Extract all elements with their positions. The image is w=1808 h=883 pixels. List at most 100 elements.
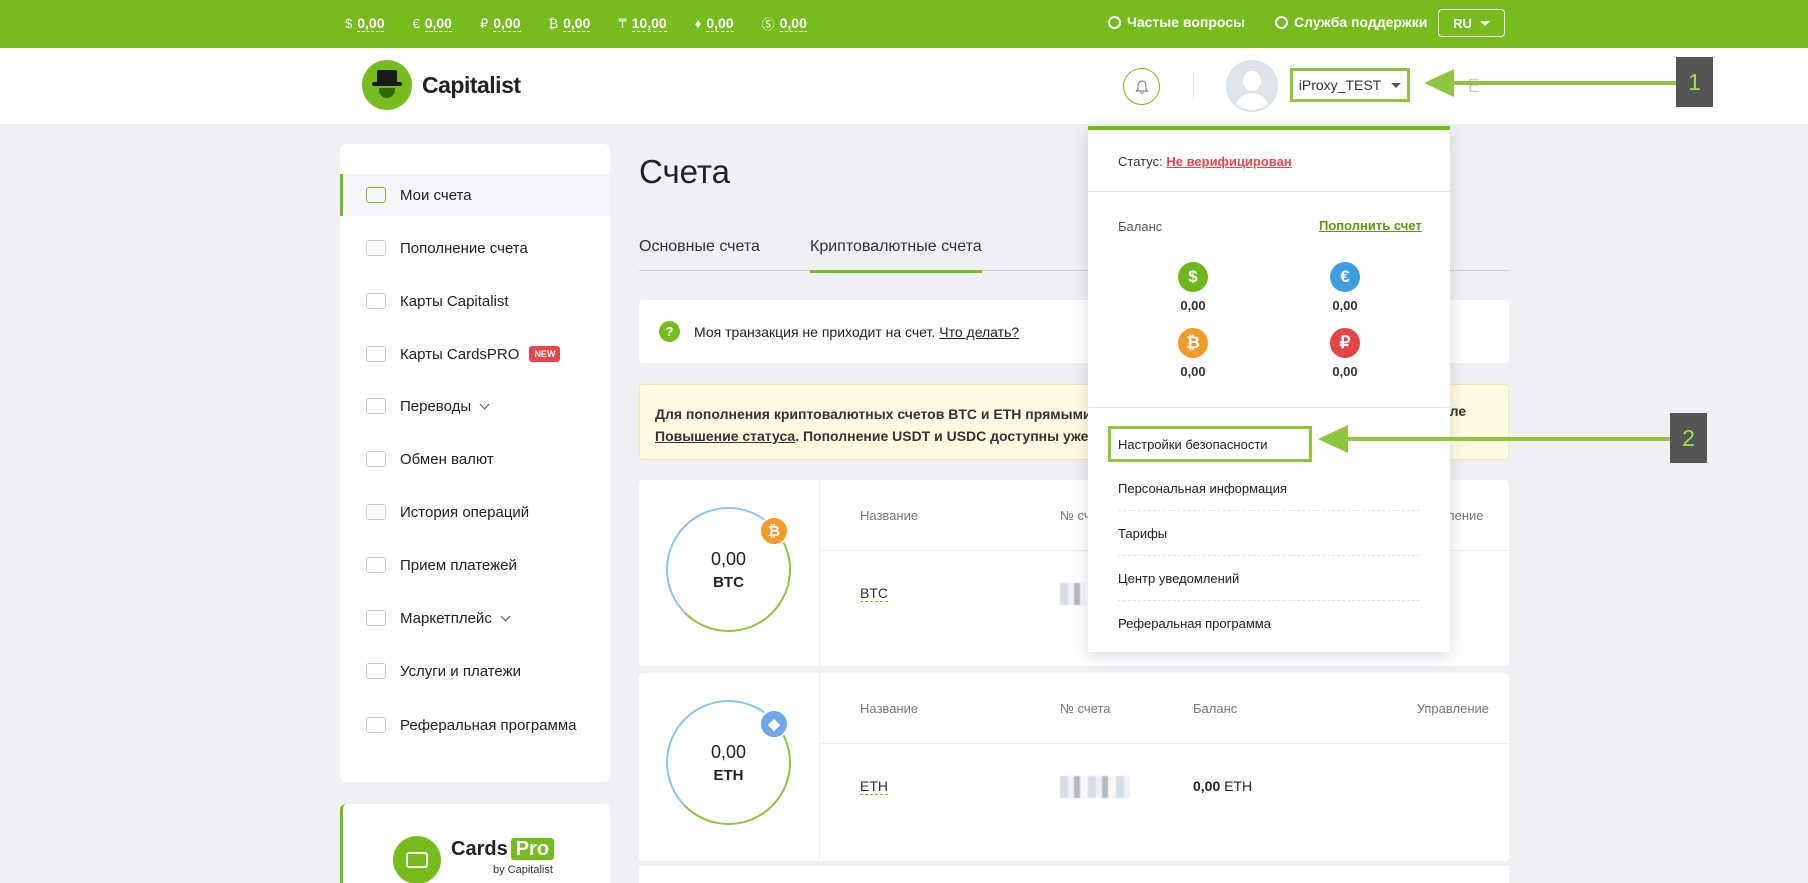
balance-eur[interactable]: €0,00: [412, 14, 452, 33]
sidebar-item-topup[interactable]: Пополнение счета: [340, 227, 610, 269]
stablecoin-icon: Ⓢ: [761, 17, 775, 32]
faq-link[interactable]: Частые вопросы: [1108, 14, 1245, 30]
logo-icon: [362, 60, 412, 110]
notifications-button[interactable]: [1123, 68, 1160, 105]
ethereum-icon: ♦: [694, 16, 702, 31]
verification-status: Статус: Не верифицирован: [1118, 154, 1292, 169]
support-link[interactable]: Служба поддержки: [1275, 14, 1427, 30]
dollar-icon: $: [345, 16, 353, 31]
what-to-do-link[interactable]: Что делать?: [939, 324, 1019, 340]
euro-icon: €: [412, 16, 420, 31]
dropdown-balance-eur: €0,00: [1315, 262, 1375, 313]
language-select[interactable]: RU: [1438, 9, 1505, 37]
euro-icon: €: [1330, 262, 1360, 292]
ruble-icon: ₽: [479, 15, 489, 31]
bell-icon: [1134, 79, 1149, 94]
coins-icon: [366, 240, 386, 256]
currency-balances: $0,00 €0,00 ₽0,00 ₿ 0,00 ₸ 10,00 ♦ 0,00 Ⓢ 0,…: [345, 14, 835, 33]
menu-item-personal-info[interactable]: Персональная информация: [1118, 466, 1420, 511]
sidebar-item-payments-accept[interactable]: Прием платежей: [340, 544, 610, 586]
table-header: Название № счета Баланс Управление: [820, 673, 1509, 744]
sidebar-item-transfers[interactable]: Переводы: [340, 385, 610, 427]
balance-rub[interactable]: ₽0,00: [480, 14, 521, 33]
sidebar-item-marketplace[interactable]: Маркетплейс: [340, 597, 610, 639]
table-row: ETH 0,00 ETH: [820, 744, 1509, 861]
users-icon: [366, 717, 386, 733]
gift-icon: [366, 663, 386, 679]
status-upgrade-link[interactable]: Повышение статуса: [655, 428, 795, 444]
tab-main-accounts[interactable]: Основные счета: [639, 238, 760, 270]
cards-icon: [366, 346, 386, 362]
divider: [1193, 74, 1194, 100]
balance-eth[interactable]: ♦ 0,00: [695, 14, 734, 33]
chevron-down-icon: [500, 611, 511, 621]
annotation-label-1: 1: [1676, 57, 1713, 107]
wallet-icon: [366, 187, 386, 203]
chevron-down-icon: [1391, 82, 1402, 88]
user-menu-button[interactable]: iProxy_TEST: [1290, 68, 1410, 102]
sidebar-item-referral[interactable]: Реферальная программа: [340, 704, 610, 746]
annotation-arrow-2-line: [1344, 437, 1670, 441]
divider: [1088, 407, 1450, 408]
account-number-blurred: [1060, 583, 1086, 605]
send-icon: [366, 398, 386, 414]
headset-icon: [1275, 16, 1288, 29]
bitcoin-icon: ₿: [759, 516, 789, 546]
account-balance: 0,00 ETH: [1193, 778, 1253, 794]
sidebar-item-exchange[interactable]: Обмен валют: [340, 438, 610, 480]
cardspro-logo: Cards Pro: [451, 838, 555, 861]
logout-icon[interactable]: E: [1468, 76, 1480, 97]
tenge-icon: ₸: [618, 15, 627, 31]
verify-link[interactable]: Не верифицирован: [1166, 154, 1291, 169]
balance-usd[interactable]: $0,00: [345, 14, 385, 33]
sidebar-item-capitalist-cards[interactable]: Карты Capitalist: [340, 280, 610, 322]
money-hand-icon: [366, 557, 386, 573]
cardspro-promo[interactable]: Cards Pro by Capitalist: [340, 804, 610, 883]
menu-item-tariffs[interactable]: Тарифы: [1118, 511, 1420, 556]
sidebar: Мои счета Пополнение счета Карты Capital…: [340, 144, 610, 782]
tab-crypto-accounts[interactable]: Криптовалютные счета: [810, 238, 982, 273]
dropdown-balance-usd: $0,00: [1163, 262, 1223, 313]
sidebar-item-history[interactable]: История операций: [340, 491, 610, 533]
dropdown-balance-btc: ₿ 0,00: [1163, 328, 1223, 379]
card-icon: [366, 293, 386, 309]
dollar-icon: $: [1178, 262, 1208, 292]
question-icon: [1108, 16, 1121, 29]
sidebar-item-services[interactable]: Услуги и платежи: [340, 650, 610, 692]
ruble-icon: ₽: [1330, 328, 1360, 358]
chevron-down-icon: [479, 399, 490, 409]
top-bar: $0,00 €0,00 ₽0,00 ₿ 0,00 ₸ 10,00 ♦ 0,00 Ⓢ 0,…: [0, 0, 1808, 48]
menu-item-notifications[interactable]: Центр уведомлений: [1118, 556, 1420, 601]
menu-item-security-settings[interactable]: Настройки безопасности: [1108, 426, 1312, 462]
card-icon: [393, 836, 441, 883]
avatar[interactable]: [1226, 60, 1278, 112]
dropdown-balance-rub: ₽0,00: [1315, 328, 1375, 379]
ethereum-icon: ◆: [759, 709, 789, 739]
topup-link[interactable]: Пополнить счет: [1319, 218, 1422, 233]
question-icon: ?: [659, 321, 680, 342]
clock-icon: [366, 504, 386, 520]
account-name-link[interactable]: ETH: [860, 778, 888, 795]
divider: [1088, 191, 1450, 192]
balance-kzt[interactable]: ₸ 10,00: [618, 14, 667, 33]
menu-item-referral[interactable]: Реферальная программа: [1118, 601, 1420, 646]
account-name-link[interactable]: BTC: [860, 585, 888, 602]
page-title: Счета: [639, 153, 731, 190]
balance-btc[interactable]: ₿ 0,00: [549, 14, 591, 33]
basket-icon: [366, 610, 386, 626]
header: Capitalist iProxy_TEST E: [0, 48, 1808, 124]
chevron-down-icon: [1479, 20, 1490, 26]
bitcoin-icon: ₿: [548, 16, 559, 31]
exchange-icon: [366, 451, 386, 467]
sidebar-item-my-accounts[interactable]: Мои счета: [340, 174, 610, 216]
sidebar-item-cardspro[interactable]: Карты CardsPRO NEW: [340, 333, 610, 375]
account-card-next: [639, 866, 1509, 883]
balance-usdt[interactable]: Ⓢ 0,00: [762, 14, 807, 33]
annotation-label-2: 2: [1670, 413, 1707, 463]
account-card-eth: 0,00 ETH ◆ Название № счета Баланс Управ…: [639, 673, 1509, 861]
bitcoin-icon: ₿: [1178, 328, 1208, 358]
new-badge: NEW: [529, 346, 561, 362]
account-number-blurred: [1060, 776, 1130, 798]
logo[interactable]: Capitalist: [362, 60, 521, 110]
annotation-arrow-1-line: [1450, 81, 1676, 85]
